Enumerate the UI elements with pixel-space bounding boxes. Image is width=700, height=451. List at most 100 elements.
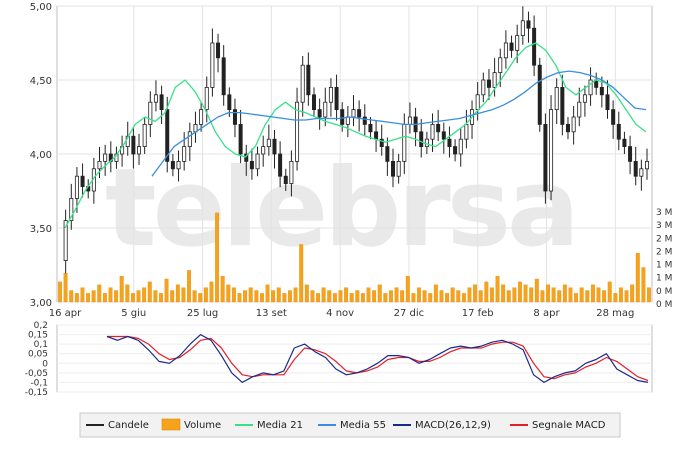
volume-bar — [366, 287, 371, 303]
volume-bar — [467, 287, 472, 303]
volume-tick-label: 3 M — [656, 221, 672, 231]
candle-up — [176, 160, 181, 170]
volume-bar — [489, 287, 494, 303]
candle-up — [153, 94, 158, 103]
volume-bar — [574, 293, 579, 303]
volume-bar — [276, 287, 281, 303]
candle-down — [232, 109, 237, 125]
candle-down — [221, 57, 226, 96]
volume-bar — [310, 290, 315, 303]
candle-down — [334, 87, 339, 111]
volume-bar — [164, 278, 169, 303]
candle-down — [391, 160, 396, 177]
price-tick-label: 4,50 — [30, 76, 52, 87]
volume-bar — [159, 293, 163, 303]
volume-bar — [136, 290, 141, 303]
candle-up — [187, 131, 192, 148]
volume-bar — [125, 284, 130, 303]
macd-tick-label: -0,1 — [30, 378, 48, 388]
candle-down — [216, 42, 221, 59]
volume-bar — [142, 287, 147, 303]
stock-chart: telebrsa 5,00 4,50 4,00 3,50 3,00 16 apr 5 giu… — [0, 0, 700, 451]
macd-tick-label: -0,15 — [25, 388, 48, 398]
volume-bar — [377, 284, 382, 303]
volume-bar — [130, 293, 135, 303]
date-tick-label: 8 apr — [533, 308, 560, 319]
volume-bar — [417, 287, 421, 303]
candle-up — [97, 160, 102, 170]
candle-down — [622, 138, 627, 147]
volume-bar — [411, 293, 416, 303]
volume-bar — [248, 287, 253, 303]
volume-bar — [405, 275, 410, 303]
candle-down — [357, 109, 362, 118]
volume-bar — [619, 287, 623, 303]
volume-bar — [181, 287, 186, 303]
candle-down — [526, 20, 531, 29]
volume-bar — [237, 293, 242, 303]
price-tick-label: 4,00 — [30, 150, 52, 161]
candle-up — [345, 116, 350, 125]
volume-bar — [394, 287, 399, 303]
volume-bar — [478, 290, 483, 303]
candle-up — [424, 138, 429, 147]
volume-bar — [596, 287, 601, 303]
candle-up — [475, 94, 480, 111]
legend-label: Candele — [108, 420, 149, 431]
price-tick-label: 5,00 — [30, 2, 52, 13]
candle-up — [74, 175, 79, 199]
legend-label: Media 55 — [340, 420, 386, 431]
candle-up — [396, 160, 401, 177]
candle-down — [249, 160, 254, 170]
volume-bar — [102, 293, 107, 303]
volume-bar — [630, 284, 635, 303]
price-tick-label: 3,50 — [30, 224, 52, 235]
candle-down — [170, 160, 175, 170]
candle-up — [148, 101, 153, 125]
volume-bar — [456, 290, 461, 303]
volume-bar — [546, 284, 550, 303]
volume-bar — [203, 287, 208, 303]
candle-up — [328, 87, 333, 103]
volume-bar — [585, 290, 590, 303]
candle-up — [351, 109, 356, 118]
volume-bar — [259, 293, 264, 303]
volume-bar — [304, 284, 309, 303]
candle-up — [549, 109, 554, 192]
volume-tick-label: 0 M — [656, 287, 672, 297]
volume-bar — [400, 290, 405, 303]
macd-tick-label: 0,05 — [28, 350, 48, 360]
volume-bar — [445, 293, 450, 303]
candle-up — [402, 124, 407, 162]
candle-up — [289, 160, 294, 184]
volume-bar — [428, 293, 433, 303]
candle-down — [419, 131, 424, 148]
volume-bar — [613, 293, 618, 303]
volume-bar — [170, 290, 175, 303]
candle-up — [199, 109, 204, 125]
volume-bar — [231, 287, 236, 303]
volume-bar — [562, 284, 567, 303]
candle-down — [611, 109, 616, 125]
volume-bar — [69, 290, 74, 303]
volume-tick-label: 2 M — [656, 234, 672, 244]
candle-down — [447, 138, 452, 147]
volume-bar — [635, 252, 640, 303]
volume-bar — [473, 284, 478, 303]
date-tick-label: 13 set — [256, 308, 287, 319]
volume-bar — [518, 281, 522, 303]
candle-up — [430, 124, 435, 140]
volume-bar — [243, 290, 248, 303]
candle-down — [368, 124, 373, 133]
candle-up — [645, 160, 650, 170]
volume-bar — [187, 270, 191, 303]
volume-bar — [360, 293, 365, 303]
candle-up — [498, 57, 503, 73]
volume-bar — [299, 244, 304, 303]
volume-bar — [338, 290, 343, 303]
volume-bar — [422, 290, 427, 303]
date-tick-label: 5 giu — [121, 308, 146, 319]
legend-swatch-volume — [161, 418, 181, 431]
volume-bar — [288, 290, 292, 303]
date-tick-label: 25 lug — [187, 308, 218, 319]
